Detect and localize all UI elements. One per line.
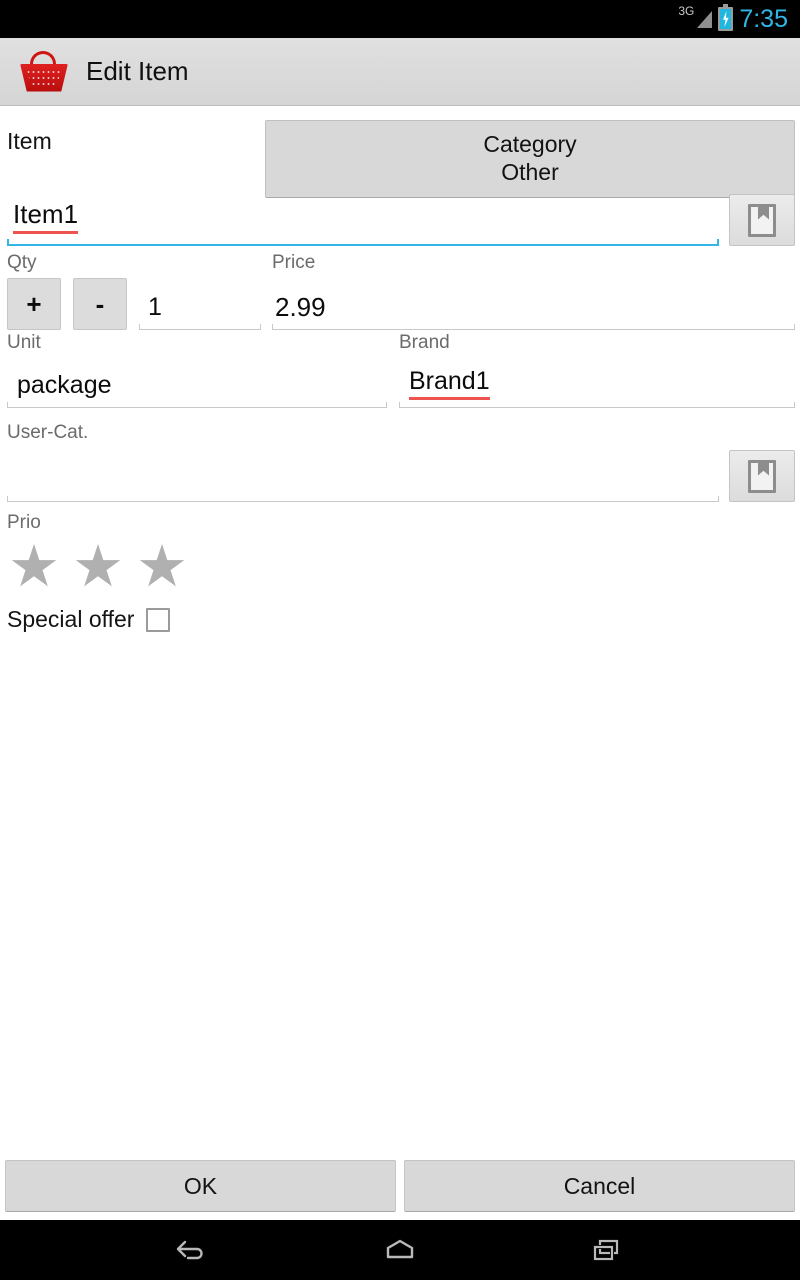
status-bar-clock: 7:35 — [739, 5, 788, 33]
ok-button[interactable]: OK — [5, 1160, 396, 1212]
edit-item-form: Item Category Other Item1 Qty + - 1 Pric… — [0, 106, 800, 1160]
qty-underline — [139, 324, 261, 330]
prio-star-rating[interactable]: ★ ★ ★ — [7, 537, 795, 595]
page-title: Edit Item — [86, 56, 189, 86]
item-label: Item — [7, 128, 52, 154]
brand-value: Brand1 — [409, 367, 490, 400]
prio-row: Prio ★ ★ ★ — [0, 502, 800, 595]
home-icon[interactable] — [370, 1228, 430, 1272]
app-bar: Edit Item — [0, 38, 800, 106]
signal-triangle — [697, 11, 713, 28]
unit-label: Unit — [7, 332, 41, 353]
qty-increment-button[interactable]: + — [7, 278, 61, 330]
price-value: 2.99 — [275, 292, 326, 322]
qty-controls: + - 1 — [7, 278, 265, 330]
item-category-row: Item Category Other — [0, 106, 800, 198]
user-cat-underline — [7, 496, 719, 502]
back-arrow-icon[interactable] — [163, 1228, 223, 1272]
brand-label: Brand — [399, 332, 450, 353]
item-name-bookmark-button[interactable] — [729, 194, 795, 246]
battery-charging-icon — [718, 4, 734, 31]
qty-column: Qty + - 1 — [7, 252, 265, 332]
recent-apps-icon[interactable] — [577, 1228, 637, 1272]
brand-underline — [399, 402, 795, 408]
user-cat-input[interactable] — [7, 454, 719, 502]
prio-star-1[interactable]: ★ — [7, 537, 61, 595]
unit-brand-row: Unit package Brand Brand1 — [0, 332, 800, 422]
shopping-basket-icon — [16, 49, 72, 95]
price-input[interactable]: 2.99 — [272, 278, 795, 330]
qty-input[interactable]: 1 — [139, 280, 261, 330]
status-bar: 3G 7:35 — [0, 0, 800, 38]
item-name-value: Item1 — [13, 199, 79, 234]
item-name-row: Item1 — [0, 184, 800, 246]
user-cat-controls — [7, 444, 795, 502]
unit-input[interactable]: package — [7, 358, 387, 408]
category-button[interactable]: Category Other — [265, 120, 795, 198]
category-button-value: Other — [501, 159, 559, 185]
qty-label: Qty — [7, 252, 37, 273]
qty-value: 1 — [148, 293, 162, 321]
special-offer-checkbox[interactable] — [146, 607, 171, 632]
network-type-label: 3G — [678, 4, 695, 18]
bookmark-icon — [748, 459, 776, 493]
device-screen: 3G 7:35 Edit Item Item Category Other It… — [0, 0, 800, 1280]
cancel-button[interactable]: Cancel — [404, 1160, 795, 1212]
signal-bars-icon: 3G — [678, 4, 713, 32]
brand-input[interactable]: Brand1 — [399, 358, 795, 408]
brand-column: Brand Brand1 — [399, 332, 795, 422]
prio-star-2[interactable]: ★ — [71, 537, 125, 595]
prio-label: Prio — [7, 512, 41, 533]
dialog-footer: OK Cancel — [0, 1160, 800, 1220]
item-name-focus-underline — [7, 239, 719, 246]
qty-price-row: Qty + - 1 Price 2.99 — [0, 246, 800, 332]
user-cat-row: User-Cat. — [0, 422, 800, 502]
category-button-title: Category — [483, 131, 577, 157]
status-bar-right-cluster: 3G 7:35 — [678, 4, 788, 33]
price-column: Price 2.99 — [265, 252, 795, 332]
item-name-input[interactable]: Item1 — [7, 194, 719, 246]
android-navigation-bar — [0, 1220, 800, 1280]
price-label: Price — [272, 252, 316, 273]
special-offer-label: Special offer — [7, 606, 135, 632]
qty-decrement-button[interactable]: - — [73, 278, 127, 330]
price-underline — [272, 324, 795, 330]
prio-star-3[interactable]: ★ — [135, 537, 189, 595]
unit-column: Unit package — [7, 332, 399, 422]
bookmark-icon — [748, 203, 776, 237]
charging-bolt-icon — [723, 11, 729, 27]
unit-underline — [7, 402, 387, 408]
unit-value: package — [17, 371, 112, 399]
user-cat-bookmark-button[interactable] — [729, 450, 795, 502]
user-cat-label: User-Cat. — [7, 422, 89, 443]
basket-dots — [26, 68, 62, 87]
